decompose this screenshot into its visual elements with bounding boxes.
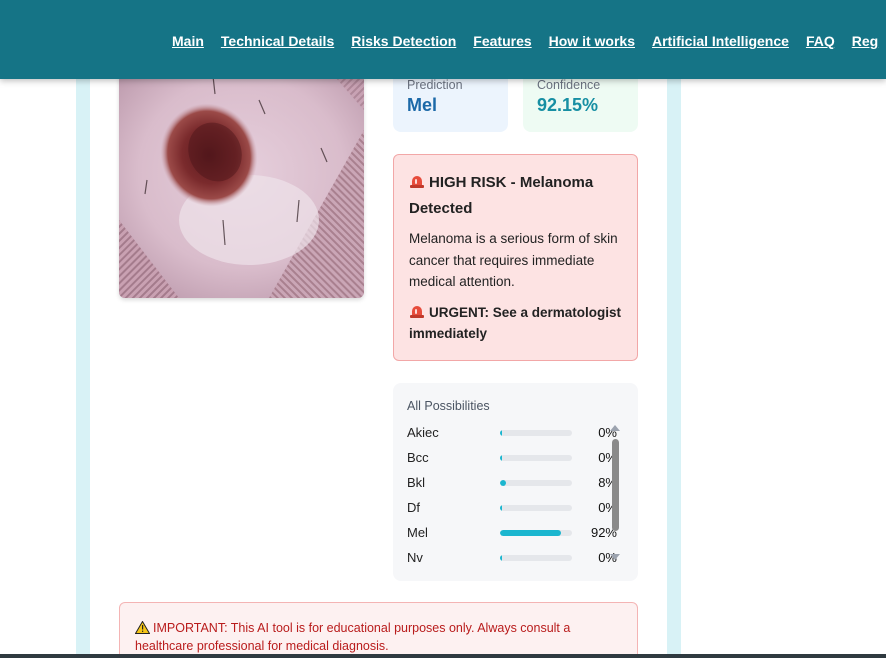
nav-link-how-it-works[interactable]: How it works (549, 33, 635, 49)
possibility-name: Df (407, 500, 420, 515)
possibility-row-df: Df 0% (407, 498, 617, 518)
nav-link-technical-details[interactable]: Technical Details (221, 33, 334, 49)
top-navigation: Main Technical Details Risks Detection Feat… (0, 0, 886, 79)
nav-link-main[interactable]: Main (172, 33, 204, 49)
possibility-bar-fill (500, 480, 506, 486)
prediction-box: Prediction Mel (393, 70, 508, 132)
risk-title-line: HIGH RISK - Melanoma Detected (409, 170, 622, 222)
possibility-bar-fill (500, 505, 502, 511)
scroll-up-arrow-icon[interactable] (610, 425, 620, 431)
nav-link-artificial-intelligence[interactable]: Artificial Intelligence (652, 33, 789, 49)
possibility-name: Nv (407, 550, 423, 565)
possibility-bar-track (500, 555, 572, 561)
confidence-value: 92.15% (537, 95, 599, 115)
possibility-row-bcc: Bcc 0% (407, 448, 617, 468)
possibilities-heading: All Possibilities (407, 399, 490, 413)
possibility-row-bkl: Bkl 8% (407, 473, 617, 493)
possibilities-panel[interactable]: All Possibilities Akiec 0% Bcc 0% Bkl 8% Df 0% M… (393, 383, 638, 581)
prediction-label: Prediction (407, 78, 463, 92)
siren-icon (410, 305, 424, 318)
possibility-bar-track (500, 530, 572, 536)
possibility-name: Akiec (407, 425, 439, 440)
confidence-label: Confidence (537, 78, 601, 92)
possibility-bar-fill (500, 455, 502, 461)
window-bottom-edge (0, 654, 886, 658)
disclaimer-text: IMPORTANT: This AI tool is for education… (135, 621, 571, 653)
possibility-name: Mel (407, 525, 428, 540)
nav-links: Main Technical Details Risks Detection Feat… (172, 33, 878, 51)
risk-urgent-line: URGENT: See a dermatologist immediately (409, 302, 622, 345)
possibility-bar-track (500, 430, 572, 436)
siren-icon (410, 176, 424, 188)
possibility-name: Bkl (407, 475, 426, 490)
nav-link-faq[interactable]: FAQ (806, 33, 835, 49)
possibility-bar-fill (500, 530, 561, 536)
nav-link-risks-detection[interactable]: Risks Detection (351, 33, 456, 49)
risk-title: HIGH RISK - Melanoma Detected (409, 174, 594, 217)
possibility-bar-fill (500, 555, 502, 561)
warning-icon (135, 621, 150, 634)
prediction-value: Mel (407, 95, 438, 115)
nav-link-reg[interactable]: Reg (852, 33, 878, 49)
scroll-down-arrow-icon[interactable] (610, 554, 620, 560)
risk-urgent: URGENT: See a dermatologist immediately (409, 304, 622, 342)
possibility-row-mel: Mel 92% (407, 523, 617, 543)
possibility-bar-fill (500, 430, 502, 436)
possibility-bar-track (500, 505, 572, 511)
possibility-name: Bcc (407, 450, 429, 465)
possibility-row-nv: Nv 0% (407, 548, 617, 568)
nav-link-features[interactable]: Features (473, 33, 531, 49)
possibility-bar-track (500, 480, 572, 486)
confidence-box: Confidence 92.15% (523, 70, 638, 132)
possibility-bar-track (500, 455, 572, 461)
risk-alert: HIGH RISK - Melanoma Detected Melanoma i… (393, 154, 638, 361)
possibility-row-akiec: Akiec 0% (407, 423, 617, 443)
disclaimer-box: IMPORTANT: This AI tool is for education… (119, 602, 638, 658)
page: Prediction Mel Confidence 92.15% HIGH RI… (0, 0, 886, 658)
scrollbar-thumb[interactable] (612, 439, 619, 531)
risk-description: Melanoma is a serious form of skin cance… (409, 231, 618, 289)
lesion-image (119, 70, 364, 298)
